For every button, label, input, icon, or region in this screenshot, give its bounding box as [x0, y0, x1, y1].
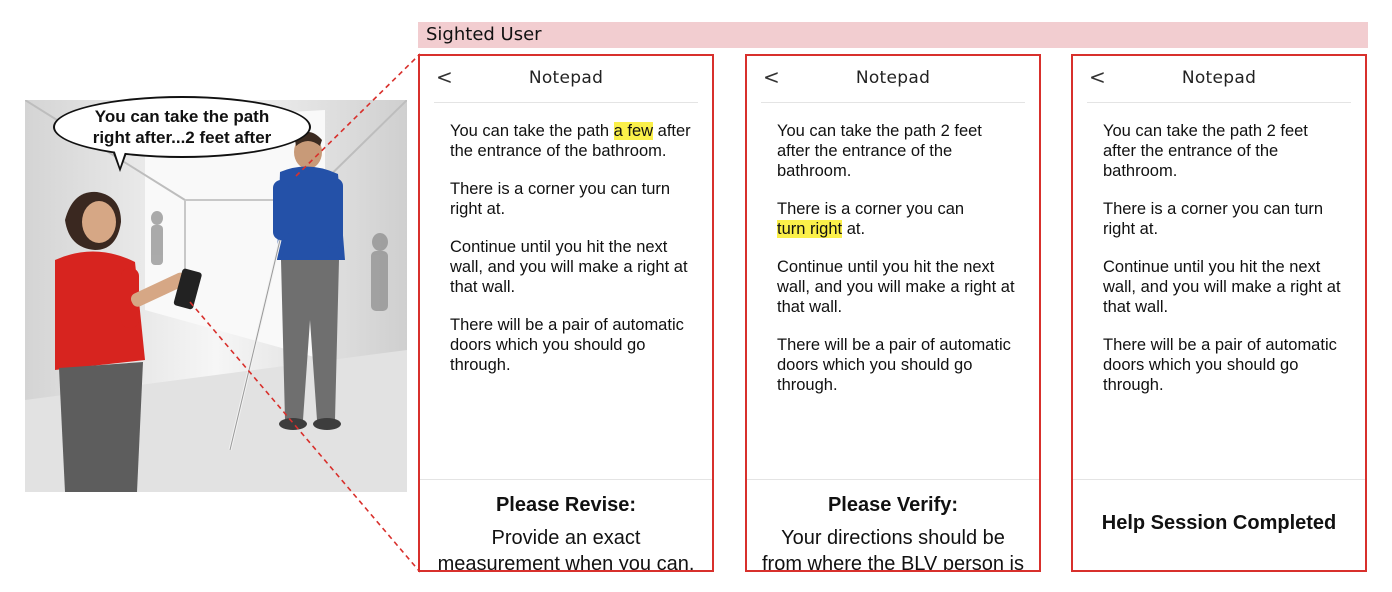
feedback-title: Please Revise:: [495, 494, 637, 516]
notepad-title: Notepad: [528, 68, 604, 88]
phone-screen-revise: < Notepad You can take the path a few af…: [418, 54, 714, 572]
direction-paragraph-3: Continue until you hit the next wall, an…: [1103, 258, 1341, 316]
speech-line-1: You can take the path: [94, 107, 270, 126]
notepad-body[interactable]: You can take the path 2 feet after the e…: [747, 103, 1039, 480]
notepad-body[interactable]: You can take the path a few after the en…: [420, 103, 712, 480]
sighted-user-banner: Sighted User: [418, 22, 1368, 48]
notepad-body[interactable]: You can take the path 2 feet after the e…: [1073, 103, 1365, 480]
session-completed-title: Help Session Completed: [1101, 512, 1337, 534]
highlighted-phrase: turn right: [777, 220, 843, 238]
paragraph-text: You can take the path: [450, 122, 610, 140]
direction-paragraph-2: There is a corner you can turn right at.: [777, 199, 1019, 239]
feedback-message: Help Session Completed: [1073, 510, 1365, 536]
speech-bubble-tail-inner: [114, 149, 126, 167]
phone-screen-completed: < Notepad You can take the path 2 feet a…: [1071, 54, 1367, 572]
direction-paragraph-3: Continue until you hit the next wall, an…: [450, 238, 688, 296]
phone-screen-verify: < Notepad You can take the path 2 feet a…: [745, 54, 1041, 572]
direction-paragraph-4: There will be a pair of automatic doors …: [777, 336, 1011, 394]
hallway-scene: [25, 100, 407, 492]
notepad-header: < Notepad: [761, 56, 1025, 103]
direction-paragraph-3: Continue until you hit the next wall, an…: [777, 258, 1015, 316]
feedback-message: Please Revise: Provide an exact measurem…: [420, 494, 712, 572]
notepad-title: Notepad: [855, 68, 931, 88]
notepad-title: Notepad: [1181, 68, 1257, 88]
feedback-text: Provide an exact measurement when you ca…: [437, 527, 695, 572]
direction-paragraph-4: There will be a pair of automatic doors …: [450, 316, 684, 374]
direction-paragraph-4: There will be a pair of automatic doors …: [1103, 336, 1337, 394]
feedback-title: Please Verify:: [827, 494, 959, 516]
speech-line-2: right after...2 feet after: [92, 128, 272, 147]
feedback-message: Please Verify: Your directions should be…: [747, 494, 1039, 572]
notepad-header: < Notepad: [434, 56, 698, 103]
paragraph-text: at.: [846, 220, 866, 238]
speech-bubble: You can take the path right after...2 fe…: [53, 96, 311, 158]
direction-paragraph-1: You can take the path a few after the en…: [450, 121, 692, 161]
direction-paragraph-1: You can take the path 2 feet after the e…: [1103, 122, 1308, 180]
scene-illustration: [25, 100, 407, 492]
direction-paragraph-2: There is a corner you can turn right at.: [1103, 200, 1324, 238]
direction-paragraph-2: There is a corner you can turn right at.: [450, 180, 671, 218]
feedback-text: Your directions should be from where the…: [762, 527, 1024, 572]
paragraph-text: There is a corner you can: [777, 200, 965, 218]
direction-paragraph-1: You can take the path 2 feet after the e…: [777, 122, 982, 180]
notepad-header: < Notepad: [1087, 56, 1351, 103]
highlighted-phrase: a few: [613, 122, 654, 140]
